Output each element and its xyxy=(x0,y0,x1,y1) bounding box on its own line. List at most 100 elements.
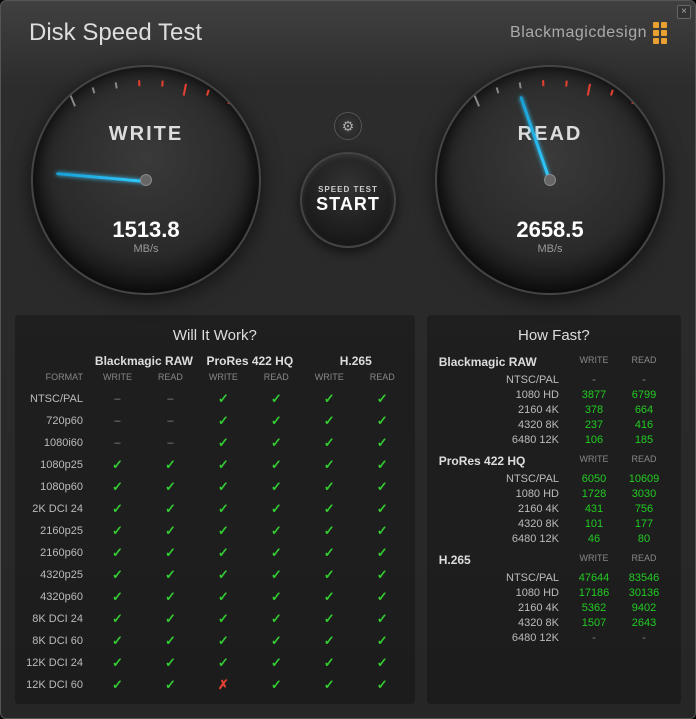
format-label: 1080 HD xyxy=(439,587,569,599)
check-icon: ✓ xyxy=(250,633,303,649)
codec-name: H.265 xyxy=(439,553,569,567)
read-value: 9402 xyxy=(619,602,669,614)
check-icon: ✓ xyxy=(356,479,409,495)
codec-name: Blackmagic RAW xyxy=(439,355,569,369)
format-label: 1080i60 xyxy=(21,437,91,449)
check-icon: ✓ xyxy=(144,655,197,671)
check-icon: ✓ xyxy=(356,435,409,451)
check-icon: ✓ xyxy=(250,479,303,495)
read-value: 6799 xyxy=(619,389,669,401)
check-icon: ✓ xyxy=(197,457,250,473)
format-label: 8K DCI 60 xyxy=(21,635,91,647)
format-label: 720p60 xyxy=(21,415,91,427)
check-icon: ✓ xyxy=(197,545,250,561)
write-value: 17186 xyxy=(569,587,619,599)
format-label: 12K DCI 24 xyxy=(21,657,91,669)
dash-icon: – xyxy=(91,393,144,405)
close-button[interactable]: × xyxy=(677,5,691,19)
read-value: 2658.5 xyxy=(516,217,583,243)
check-icon: ✓ xyxy=(144,457,197,473)
check-icon: ✓ xyxy=(144,523,197,539)
will-it-work-panel: Will It Work? Blackmagic RAW ProRes 422 … xyxy=(15,315,415,704)
write-value: 6050 xyxy=(569,473,619,485)
check-icon: ✓ xyxy=(250,457,303,473)
write-value: 3877 xyxy=(569,389,619,401)
write-value: 237 xyxy=(569,419,619,431)
brand: Blackmagicdesign xyxy=(510,22,667,44)
dash-icon: – xyxy=(144,415,197,427)
table-row: NTSC/PAL-- xyxy=(433,372,675,387)
format-label: 2160p60 xyxy=(21,547,91,559)
table-row: 2160 4K53629402 xyxy=(433,600,675,615)
read-value: 416 xyxy=(619,419,669,431)
table-row: 12K DCI 60✓✓✗✓✓✓ xyxy=(21,674,409,696)
table-row: 8K DCI 24✓✓✓✓✓✓ xyxy=(21,608,409,630)
check-icon: ✓ xyxy=(197,611,250,627)
dash-icon: – xyxy=(144,393,197,405)
table-row: 1080 HD38776799 xyxy=(433,387,675,402)
format-header: FORMAT xyxy=(21,372,91,382)
table-row: 720p60––✓✓✓✓ xyxy=(21,410,409,432)
codec-group: H.265WRITEREADNTSC/PAL47644835461080 HD1… xyxy=(433,550,675,645)
check-icon: ✓ xyxy=(197,655,250,671)
read-gauge-label: READ xyxy=(518,123,583,146)
check-icon: ✓ xyxy=(250,567,303,583)
table-row: 4320p60✓✓✓✓✓✓ xyxy=(21,586,409,608)
settings-button[interactable]: ⚙ xyxy=(334,112,362,140)
codec-header: ProRes 422 HQ xyxy=(197,354,303,368)
format-label: 4320p60 xyxy=(21,591,91,603)
format-label: 1080p60 xyxy=(21,481,91,493)
how-fast-panel: How Fast? Blackmagic RAWWRITEREADNTSC/PA… xyxy=(427,315,681,704)
format-label: 2K DCI 24 xyxy=(21,503,91,515)
check-icon: ✓ xyxy=(144,479,197,495)
check-icon: ✓ xyxy=(144,589,197,605)
check-icon: ✓ xyxy=(303,655,356,671)
check-icon: ✓ xyxy=(91,655,144,671)
write-value: 1513.8 xyxy=(112,217,179,243)
format-label: 2160 4K xyxy=(439,602,569,614)
check-icon: ✓ xyxy=(303,435,356,451)
format-label: 6480 12K xyxy=(439,434,569,446)
app-title: Disk Speed Test xyxy=(29,19,202,47)
check-icon: ✓ xyxy=(91,633,144,649)
check-icon: ✓ xyxy=(250,677,303,693)
dash-icon: – xyxy=(144,437,197,449)
app-window: × Disk Speed Test Blackmagicdesign WRITE… xyxy=(0,0,696,719)
dash-icon: – xyxy=(91,437,144,449)
read-value: 177 xyxy=(619,518,669,530)
format-label: 2160p25 xyxy=(21,525,91,537)
cross-icon: ✗ xyxy=(197,677,250,693)
check-icon: ✓ xyxy=(91,567,144,583)
check-icon: ✓ xyxy=(197,391,250,407)
write-value: 101 xyxy=(569,518,619,530)
format-label: 1080 HD xyxy=(439,488,569,500)
check-icon: ✓ xyxy=(356,611,409,627)
check-icon: ✓ xyxy=(250,501,303,517)
codec-name: ProRes 422 HQ xyxy=(439,454,569,468)
brand-logo-icon xyxy=(653,22,667,44)
header: Disk Speed Test Blackmagicdesign xyxy=(1,1,695,55)
check-icon: ✓ xyxy=(356,655,409,671)
check-icon: ✓ xyxy=(197,523,250,539)
table-row: NTSC/PAL605010609 xyxy=(433,471,675,486)
read-value: 30136 xyxy=(619,587,669,599)
write-value: - xyxy=(569,632,619,644)
check-icon: ✓ xyxy=(356,391,409,407)
check-icon: ✓ xyxy=(144,611,197,627)
check-icon: ✓ xyxy=(91,611,144,627)
format-label: 1080 HD xyxy=(439,389,569,401)
table-row: 2160 4K431756 xyxy=(433,501,675,516)
start-button[interactable]: SPEED TEST START xyxy=(300,152,396,248)
table-row: 2K DCI 24✓✓✓✓✓✓ xyxy=(21,498,409,520)
check-icon: ✓ xyxy=(250,589,303,605)
check-icon: ✓ xyxy=(197,479,250,495)
check-icon: ✓ xyxy=(303,391,356,407)
format-label: NTSC/PAL xyxy=(21,393,91,405)
check-icon: ✓ xyxy=(356,457,409,473)
write-gauge-label: WRITE xyxy=(109,123,183,146)
check-icon: ✓ xyxy=(356,523,409,539)
read-value: 3030 xyxy=(619,488,669,500)
table-row: NTSC/PAL––✓✓✓✓ xyxy=(21,388,409,410)
check-icon: ✓ xyxy=(144,567,197,583)
check-icon: ✓ xyxy=(197,633,250,649)
